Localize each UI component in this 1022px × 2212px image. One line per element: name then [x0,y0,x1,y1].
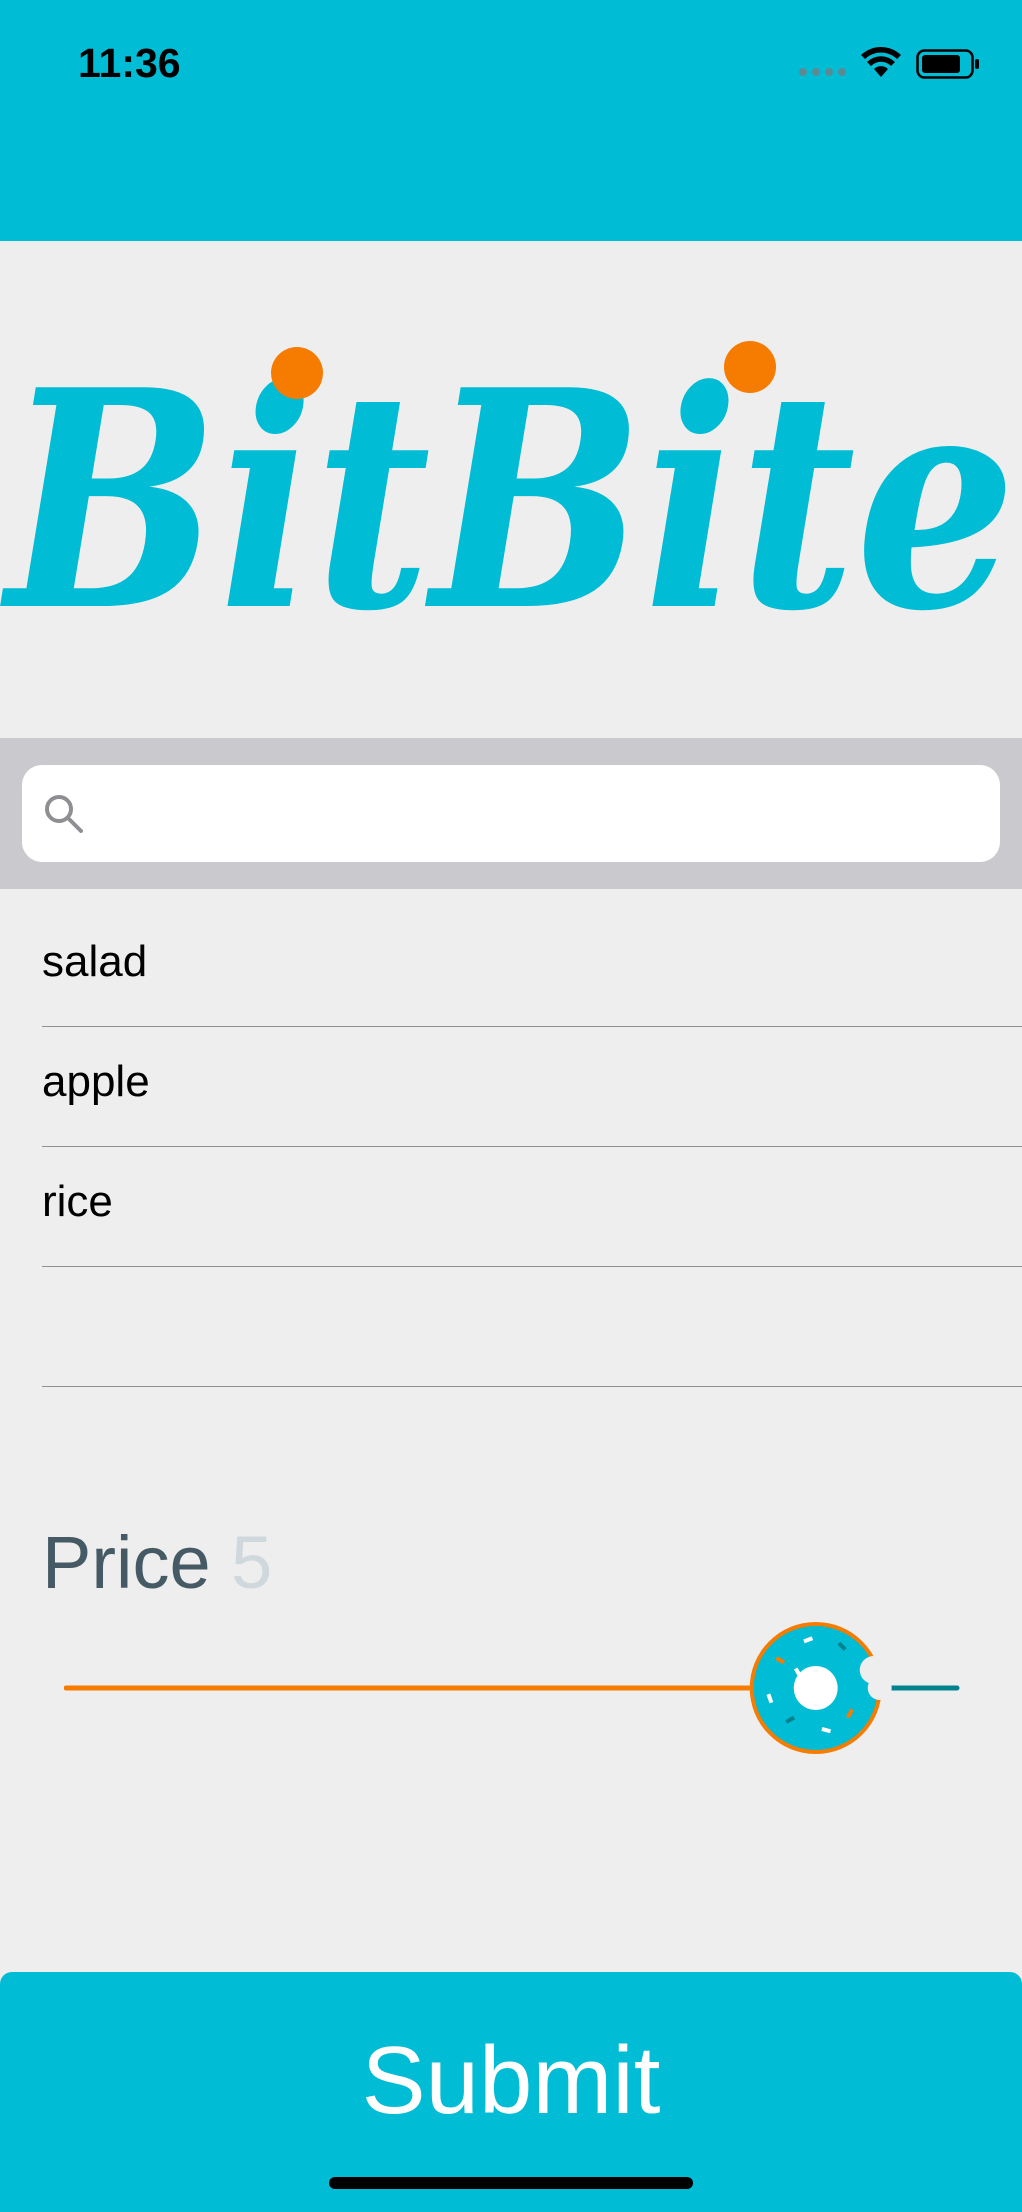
list-item-label: salad [42,937,148,986]
logo-text: BitBite [0,324,1016,661]
status-time: 11:36 [78,40,181,86]
submit-label: Submit [361,2027,661,2134]
magnifier-icon [45,795,83,833]
list-item-salad[interactable]: salad [42,907,1022,1027]
search-field-container[interactable] [22,765,1000,862]
price-value: 5 [231,1521,273,1604]
list-item-empty[interactable] [42,1267,1022,1387]
cellular-signal-icon [799,68,846,76]
donut-icon[interactable] [749,1622,892,1754]
list-item-apple[interactable]: apple [42,1027,1022,1147]
wifi-icon [861,47,901,77]
price-label: Price 5 [42,1520,272,1605]
app-screen: 11:36 BitBite salad apple rice Price 5 S… [0,0,1022,2212]
bitbite-logo: BitBite [0,324,1016,661]
status-bar: 11:36 [0,0,1022,241]
search-input[interactable] [98,765,988,862]
price-label-text: Price [42,1521,211,1604]
food-list: salad apple rice [0,907,1022,1387]
price-slider[interactable] [64,1610,964,1770]
home-indicator [329,2177,693,2189]
submit-button[interactable]: Submit [0,1972,1022,2212]
list-item-rice[interactable]: rice [42,1147,1022,1267]
list-item-label: apple [42,1057,150,1106]
logo: BitBite [0,241,1022,738]
search-bar [0,738,1022,889]
battery-icon [916,49,979,79]
list-item-label: rice [42,1177,113,1226]
